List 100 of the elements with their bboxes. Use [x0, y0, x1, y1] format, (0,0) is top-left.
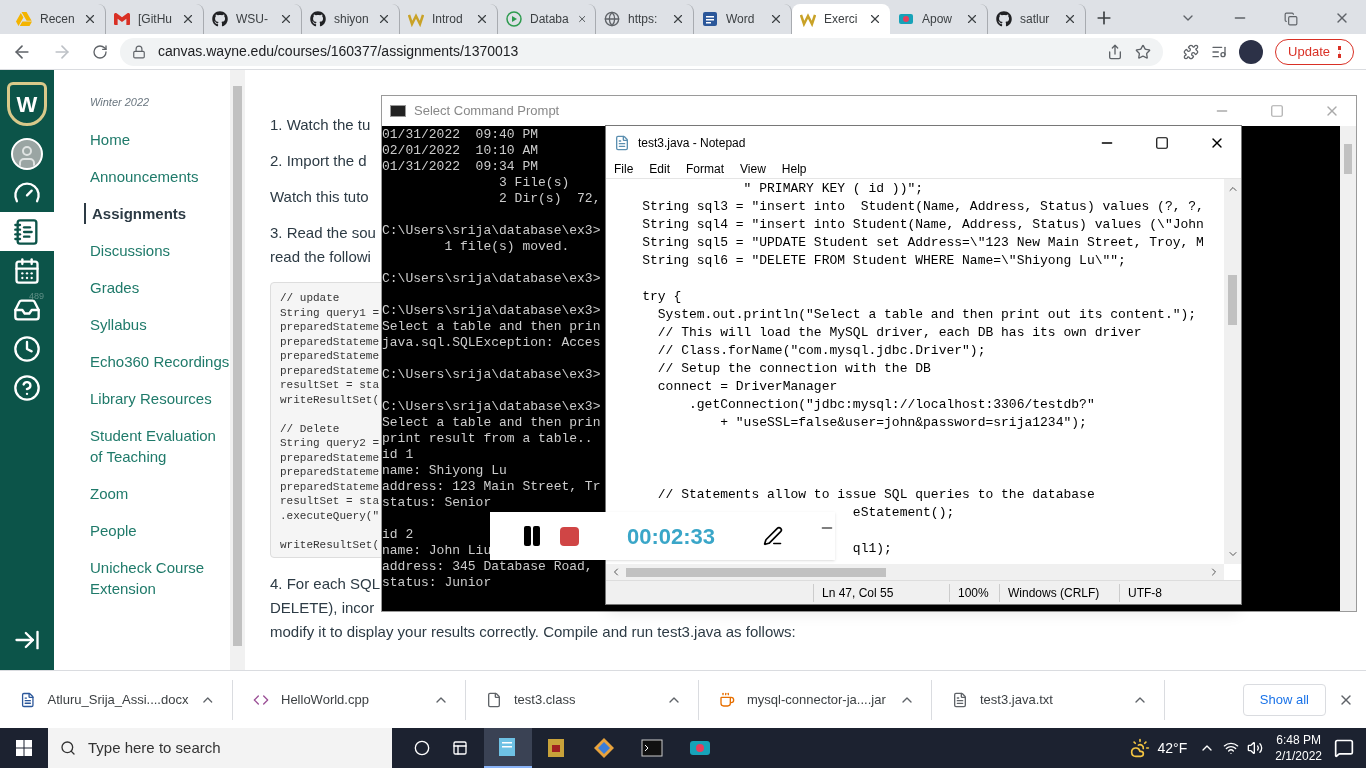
search-field[interactable]: Type here to search — [48, 728, 392, 768]
code-line: resultSet = sta — [280, 378, 380, 393]
temperature[interactable]: 42°F — [1157, 737, 1188, 759]
download-item[interactable]: test3.java.txt — [932, 679, 1165, 720]
code-line: // This will load the MySQL driver, each DB has its own driver — [656, 324, 1142, 342]
download-item[interactable]: Atluru_Srija_Assi....docx — [0, 679, 233, 720]
restore-icon[interactable] — [1284, 12, 1298, 26]
weather-icon[interactable] — [1129, 738, 1150, 758]
course-nav-link[interactable]: Discussions — [84, 239, 230, 261]
course-nav-link[interactable]: Grades — [84, 276, 230, 298]
paragraph: Watch this tuto — [270, 187, 369, 207]
scroll-thumb[interactable] — [233, 86, 242, 646]
clock-icon — [13, 334, 41, 363]
scrollbar[interactable] — [230, 70, 245, 670]
course-nav-link[interactable]: Announcements — [84, 165, 230, 187]
terminal-line: C:\Users\srija\database\ex3> — [382, 367, 601, 383]
course-nav-link[interactable]: Syllabus — [84, 313, 230, 335]
download-item[interactable]: test3.class — [466, 679, 699, 720]
close-icon[interactable] — [279, 12, 293, 26]
maximize-icon[interactable] — [1155, 135, 1169, 150]
show-all-button[interactable]: Show all — [1242, 683, 1326, 716]
scrollbar[interactable] — [1224, 179, 1241, 564]
code-line: // Statements allow to issue SQL queries to the database — [656, 486, 1095, 504]
terminal-line: address: 345 Database Road, — [382, 559, 593, 575]
lock-icon — [132, 44, 146, 59]
avatar-icon[interactable] — [1239, 39, 1264, 64]
paragraph: 3. Read the sou — [270, 223, 376, 243]
task-view-icon[interactable] — [452, 740, 468, 756]
terminal-line: print result from a table.. — [382, 431, 593, 447]
share-icon[interactable] — [1107, 43, 1124, 60]
nav-item[interactable] — [0, 212, 54, 251]
address-field[interactable]: canvas.wayne.edu/courses/160377/assignments/1370013 — [120, 37, 1164, 66]
close-icon[interactable] — [965, 12, 979, 26]
course-nav-link[interactable]: Unicheck Course Extension — [84, 556, 230, 599]
scrollbar[interactable] — [1340, 126, 1356, 611]
scrollbar[interactable] — [606, 564, 1224, 580]
menu-item[interactable]: File — [614, 159, 634, 178]
download-item[interactable]: mysql-connector-ja....jar — [699, 679, 932, 720]
windows-logo-icon[interactable] — [16, 740, 32, 756]
terminal-line: Select a table and then prin — [382, 415, 601, 431]
cat-logo-icon — [996, 11, 1012, 27]
course-nav-link[interactable]: Student Evaluation of Teaching — [84, 424, 230, 467]
course-nav-link[interactable]: Echo360 Recordings — [84, 350, 230, 372]
code-line: String sql6 = "DELETE FROM Student WHERE Name=\"Shiyong Lu\""; — [641, 252, 1126, 270]
close-icon[interactable] — [671, 12, 685, 26]
code-line: .executeQuery(" — [280, 508, 380, 523]
star-icon[interactable] — [1135, 43, 1152, 60]
tab-title: Introd — [432, 11, 464, 28]
scroll-thumb[interactable] — [1228, 275, 1237, 325]
tab-title: satlur — [1020, 11, 1051, 28]
status-line-ending: Windows (CRLF) — [999, 583, 1119, 602]
extensions-icon[interactable] — [1183, 43, 1200, 60]
pen-icon[interactable] — [763, 526, 783, 546]
paragraph: modify it to display your results correctly. Compile and run test3.java as follows: — [270, 622, 796, 642]
course-nav-link[interactable]: Home — [84, 128, 230, 150]
close-icon[interactable] — [83, 12, 97, 26]
taskbar-app[interactable] — [484, 728, 532, 768]
menu-item[interactable]: Help — [781, 159, 807, 178]
calendar-icon — [13, 256, 41, 285]
terminal-icon — [640, 736, 664, 760]
paragraph: 1. Watch the tu — [270, 115, 371, 135]
download-item[interactable]: HelloWorld.cpp — [233, 679, 466, 720]
stop-icon[interactable] — [559, 526, 579, 546]
code-line: + "useSSL=false&user=john&password=srija1234"); — [719, 414, 1087, 432]
code-line: preparedStateme — [280, 450, 380, 465]
scroll-thumb[interactable] — [626, 567, 886, 577]
terminal-line: id 2 — [382, 527, 414, 543]
close-icon[interactable] — [1063, 12, 1077, 26]
wifi-icon[interactable] — [1223, 740, 1240, 756]
code-line: String query2 = — [280, 436, 380, 451]
clock-date[interactable]: 2/1/2022 — [1275, 748, 1322, 764]
clock-time[interactable]: 6:48 PM — [1276, 732, 1321, 748]
close-icon[interactable] — [181, 12, 195, 26]
circle-icon[interactable] — [414, 740, 430, 756]
code-line: try { — [641, 288, 682, 306]
coffee-icon — [719, 691, 735, 708]
reload-icon[interactable] — [92, 43, 108, 60]
course-nav-link[interactable]: People — [84, 519, 230, 541]
code-line: // Setup the connection with the DB — [656, 360, 931, 378]
volume-icon[interactable] — [1247, 740, 1264, 756]
menu-item[interactable]: View — [740, 159, 766, 178]
menu-item[interactable]: Format — [686, 159, 725, 178]
scroll-thumb[interactable] — [1344, 144, 1352, 174]
close-icon[interactable] — [377, 12, 391, 26]
code-line: writeResultSet( — [280, 537, 380, 552]
status-position: Ln 47, Col 55 — [813, 583, 949, 602]
close-icon[interactable] — [769, 12, 783, 26]
browser-tab[interactable]: Exerci — [792, 4, 890, 34]
play-icon — [506, 11, 522, 27]
code-line: preparedStateme — [280, 465, 380, 480]
terminal-line: 02/01/2022 10:10 AM — [382, 143, 539, 159]
paragraph: read the followi — [270, 247, 371, 267]
close-icon[interactable] — [475, 12, 489, 26]
notifications-icon[interactable] — [1334, 738, 1354, 758]
window-title: Select Command Prompt — [414, 102, 560, 121]
menu-item[interactable]: Edit — [649, 159, 671, 178]
course-nav-link[interactable]: Zoom — [84, 482, 230, 504]
close-icon[interactable] — [868, 12, 882, 26]
shield-logo[interactable]: W — [7, 82, 47, 126]
course-nav-link[interactable]: Library Resources — [84, 387, 230, 409]
